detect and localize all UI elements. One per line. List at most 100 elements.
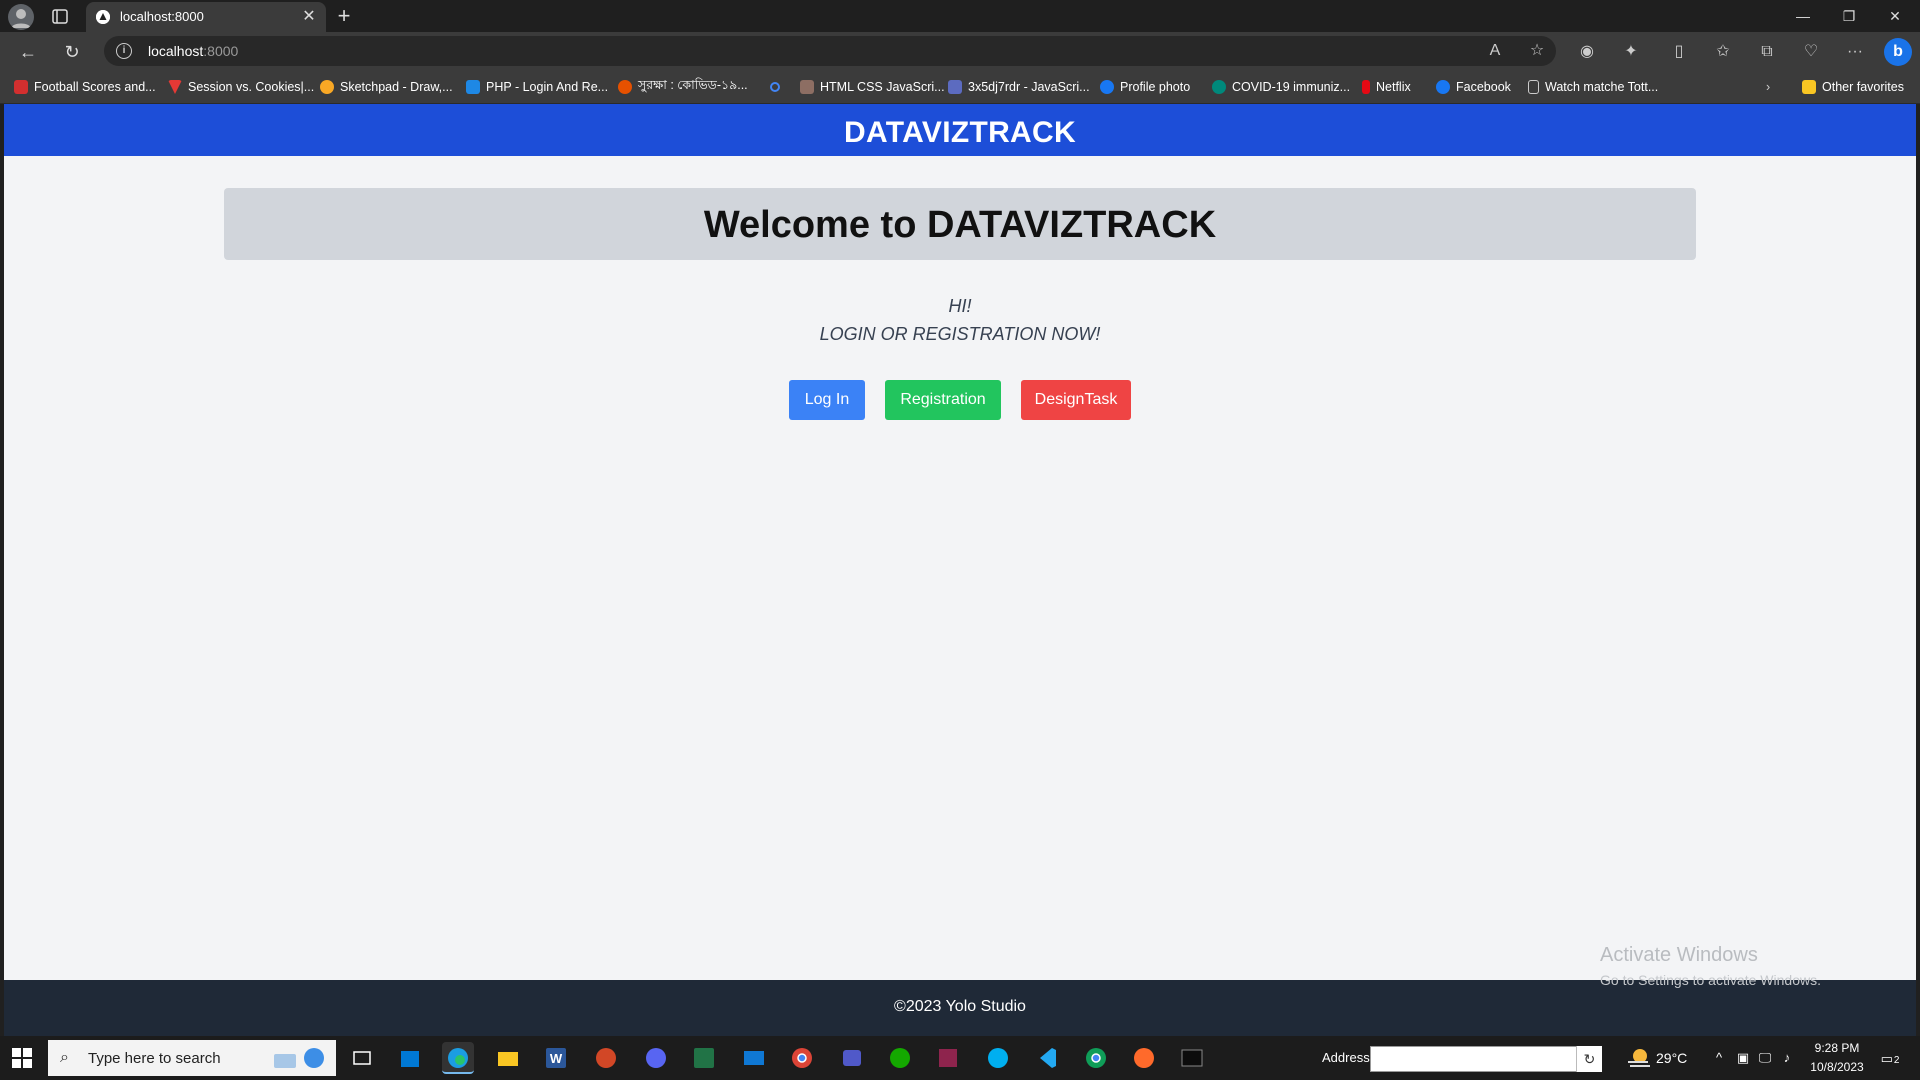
notification-center-icon[interactable]: ▭2 [1876,1046,1904,1072]
site-brand: DATAVIZTRACK [844,116,1076,149]
store-icon[interactable] [394,1042,426,1074]
close-window-icon[interactable]: ✕ [1872,0,1918,32]
bookmark-item[interactable]: Session vs. Cookies|... [168,78,314,96]
clock-date[interactable]: 10/8/2023 [1800,1060,1874,1074]
collections-icon[interactable]: ⧉ [1754,39,1780,65]
taskbar-search-box[interactable]: ⌕ Type here to search [48,1040,336,1076]
address-go-icon[interactable]: ↻ [1576,1046,1602,1072]
file-explorer-icon[interactable] [492,1042,524,1074]
browser-tab[interactable]: localhost:8000 ✕ [86,2,326,32]
windows-start-icon[interactable] [10,1046,34,1070]
edge-icon[interactable] [442,1042,474,1074]
volume-icon[interactable]: ♪ [1778,1048,1796,1068]
html-book-icon [800,80,814,94]
browser-titlebar: localhost:8000 ✕ + — ❐ ✕ [0,0,1920,32]
virus-icon [1212,80,1226,94]
tab-close-icon[interactable]: ✕ [300,8,318,26]
tab-title: localhost:8000 [120,9,204,24]
back-icon[interactable]: ← [14,38,42,66]
bookmark-item[interactable]: সুরক্ষা : কোভিড-১৯... [618,78,748,96]
bookmark-item[interactable] [770,78,780,96]
vscode-icon[interactable] [1030,1042,1062,1074]
address-bar[interactable]: i localhost:8000 A ☆ [104,36,1556,66]
weather-hazy-icon [1626,1046,1652,1070]
bookmark-item[interactable]: HTML CSS JavaScri... [800,78,945,96]
read-aloud-icon[interactable]: A [1482,38,1508,64]
bing-copilot-icon[interactable]: b [1884,38,1912,66]
bookmarks-overflow-chevron-icon[interactable]: › [1766,78,1770,96]
minimize-icon[interactable]: — [1780,0,1826,32]
bookmark-item[interactable]: Sketchpad - Draw,... [320,78,453,96]
favorite-star-icon[interactable]: ☆ [1524,38,1550,64]
more-menu-icon[interactable]: ··· [1842,39,1868,65]
bookmark-item[interactable]: Profile photo [1100,78,1190,96]
discord-extension-icon[interactable]: ◉ [1574,39,1600,65]
search-highlight-illustration-icon [270,1044,326,1072]
discord-icon[interactable] [640,1042,672,1074]
chrome-icon[interactable] [786,1042,818,1074]
copyright-text: ©2023 Yolo Studio [894,998,1026,1015]
bookmark-item[interactable]: Watch matche Tott... [1528,78,1658,96]
favorites-icon[interactable]: ✩ [1710,39,1736,65]
word-icon[interactable]: W [540,1042,572,1074]
network-icon[interactable]: 🖵 [1756,1048,1774,1068]
login-button[interactable]: Log In [789,380,865,420]
bookmark-item[interactable]: Facebook [1436,78,1511,96]
skype-icon[interactable] [982,1042,1014,1074]
teams-icon[interactable] [836,1042,868,1074]
sublime-icon[interactable] [1128,1042,1160,1074]
address-url[interactable]: localhost:8000 [148,43,238,59]
bookmark-item[interactable]: COVID-19 immuniz... [1212,78,1350,96]
bookmark-item[interactable]: Netflix [1362,78,1411,96]
page-title: Welcome to DATAVIZTRACK [703,204,1217,246]
profile-avatar-icon[interactable] [8,4,34,30]
chevron-up-icon[interactable]: ^ [1710,1048,1728,1068]
weather-temperature[interactable]: 29°C [1656,1050,1687,1066]
mail-icon[interactable] [738,1042,770,1074]
clock-time[interactable]: 9:28 PM [1800,1041,1874,1055]
new-tab-icon[interactable]: + [330,4,358,30]
site-info-icon[interactable]: i [116,43,132,59]
tab-favicon-icon [96,10,110,24]
refresh-icon[interactable]: ↻ [58,38,86,66]
search-icon [770,82,780,92]
restore-icon[interactable]: ❐ [1826,0,1872,32]
welcome-banner: Welcome to DATAVIZTRACK [224,188,1696,260]
bookmark-item[interactable]: Football Scores and... [14,78,156,96]
red-triangle-icon [168,80,182,94]
windows-taskbar: ⌕ Type here to search W Address ⌄ ↻ 29°C… [0,1036,1920,1080]
call-to-action-text: LOGIN OR REGISTRATION NOW! [819,324,1101,344]
extensions-icon[interactable]: ✦ [1618,39,1644,65]
search-placeholder: Type here to search [88,1050,221,1067]
folder-icon [1802,80,1816,94]
notification-count: 2 [1893,1055,1900,1066]
terminal-icon[interactable] [1176,1042,1208,1074]
search-icon: ⌕ [60,1049,69,1066]
task-view-icon[interactable] [346,1042,378,1074]
activate-windows-subtitle: Go to Settings to activate Windows. [1600,972,1821,988]
address-toolbar-input[interactable]: ⌄ [1370,1046,1602,1072]
bookmarks-bar: Football Scores and... Session vs. Cooki… [0,70,1920,104]
svg-text:W: W [550,1051,563,1066]
winrar-icon[interactable] [932,1042,964,1074]
tab-actions-icon[interactable] [46,5,74,29]
site-footer: ©2023 Yolo Studio [4,980,1916,1036]
chrome-icon[interactable] [1080,1042,1112,1074]
split-screen-icon[interactable]: ▯ [1666,39,1692,65]
design-task-button[interactable]: DesignTask [1021,380,1131,420]
other-favorites[interactable]: Other favorites [1802,78,1904,96]
page-icon [1528,80,1539,94]
sketchpad-icon [320,80,334,94]
meet-now-icon[interactable]: ▣ [1734,1048,1752,1068]
bookmark-item[interactable]: 3x5dj7rdr - JavaScri... [948,78,1090,96]
facebook-icon [1436,80,1450,94]
registration-button[interactable]: Registration [885,380,1001,420]
bookmark-item[interactable]: PHP - Login And Re... [466,78,608,96]
excel-icon[interactable] [688,1042,720,1074]
upwork-icon[interactable] [884,1042,916,1074]
code-icon [948,80,962,94]
netflix-icon [1362,80,1370,94]
browser-essentials-icon[interactable]: ♡ [1798,39,1824,65]
red-square-icon [14,80,28,94]
powerpoint-icon[interactable] [590,1042,622,1074]
